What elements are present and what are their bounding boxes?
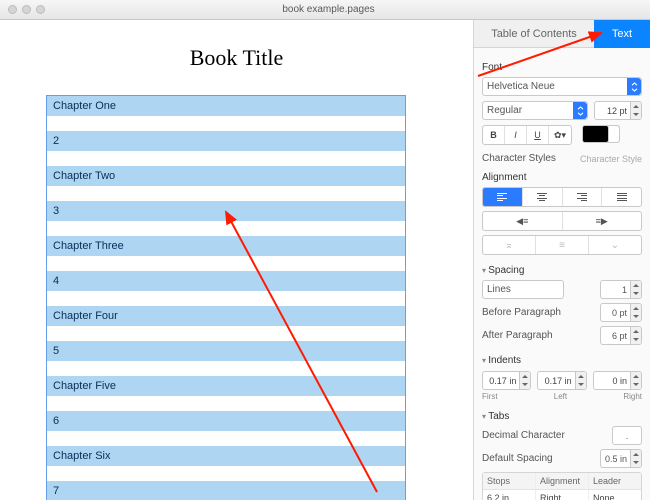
window-title: book example.pages: [45, 4, 612, 15]
font-size-value: 12 pt: [607, 106, 627, 116]
decrease-indent-button[interactable]: ◀≡: [483, 212, 563, 230]
document-canvas[interactable]: Book Title Chapter One2Chapter Two3Chapt…: [0, 20, 473, 500]
gear-icon: ✿▾: [554, 130, 566, 141]
stepper-icon[interactable]: [630, 281, 641, 298]
valign-top-button[interactable]: ⌅: [483, 236, 536, 254]
default-spacing-input[interactable]: 0.5 in: [600, 449, 642, 468]
before-paragraph-input[interactable]: 0 pt: [600, 303, 642, 322]
default-spacing-label: Default Spacing: [482, 453, 553, 464]
zoom-window-button[interactable]: [36, 5, 45, 14]
toc-entry[interactable]: 4: [47, 271, 405, 306]
increase-indent-button[interactable]: ≡▶: [563, 212, 642, 230]
align-right-icon: [577, 193, 587, 201]
align-justify-icon: [617, 193, 627, 201]
font-section-label: Font: [482, 62, 642, 73]
after-paragraph-input[interactable]: 6 pt: [600, 326, 642, 345]
format-inspector: Table of Contents Text Font Helvetica Ne…: [473, 20, 650, 500]
indent-right-input[interactable]: 0 in: [593, 371, 642, 390]
toc-entry[interactable]: Chapter Four: [47, 306, 405, 341]
line-spacing-select[interactable]: Lines: [482, 280, 564, 299]
align-left-icon: [497, 193, 507, 201]
tab-stops-table[interactable]: Stops Alignment Leader 6.2 in Right None: [482, 472, 642, 500]
after-paragraph-label: After Paragraph: [482, 330, 553, 341]
valign-bottom-button[interactable]: ⌄: [589, 236, 641, 254]
valign-middle-icon: ≡: [559, 240, 565, 251]
font-style-select[interactable]: Regular: [482, 101, 588, 120]
indents-section[interactable]: Indents: [482, 355, 642, 366]
toc-entry[interactable]: Chapter Three: [47, 236, 405, 271]
character-style-select[interactable]: Character Style: [580, 154, 642, 164]
inspector-tabs: Table of Contents Text: [474, 20, 650, 48]
font-size-input[interactable]: 12 pt: [594, 101, 642, 120]
before-paragraph-label: Before Paragraph: [482, 307, 561, 318]
outdent-icon: ◀≡: [516, 216, 528, 227]
valign-bottom-icon: ⌄: [611, 240, 619, 251]
align-center-button[interactable]: [523, 188, 563, 206]
character-styles-label: Character Styles: [482, 153, 556, 164]
align-justify-button[interactable]: [602, 188, 641, 206]
line-spacing-input[interactable]: 1: [600, 280, 642, 299]
dropdown-stepper-icon: [573, 102, 587, 119]
toc-entry[interactable]: Chapter One: [47, 96, 405, 131]
alignment-label: Alignment: [482, 172, 642, 183]
toc-entry[interactable]: 7: [47, 481, 405, 500]
tab-text[interactable]: Text: [594, 20, 650, 48]
stepper-icon[interactable]: [630, 102, 641, 119]
font-family-select[interactable]: Helvetica Neue: [482, 77, 642, 96]
toc-entry[interactable]: 5: [47, 341, 405, 376]
text-color-swatch[interactable]: [582, 125, 620, 143]
tab-table-of-contents[interactable]: Table of Contents: [474, 20, 594, 48]
decimal-char-input[interactable]: .: [612, 426, 642, 445]
vertical-alignment-bar: ⌅ ≡ ⌄: [482, 235, 642, 255]
font-family-value: Helvetica Neue: [487, 81, 555, 92]
tab-stop-row[interactable]: 6.2 in Right None: [483, 490, 641, 500]
text-options-button[interactable]: ✿▾: [549, 126, 571, 144]
window-titlebar: book example.pages: [0, 0, 650, 20]
horizontal-alignment-bar: [482, 187, 642, 207]
stepper-icon[interactable]: [630, 372, 641, 389]
indent-first-input[interactable]: 0.17 in: [482, 371, 531, 390]
indent-left-input[interactable]: 0.17 in: [537, 371, 586, 390]
document-title[interactable]: Book Title: [46, 45, 427, 71]
minimize-window-button[interactable]: [22, 5, 31, 14]
close-window-button[interactable]: [8, 5, 17, 14]
font-style-buttons: B I U ✿▾: [482, 125, 572, 145]
toc-entry[interactable]: 2: [47, 131, 405, 166]
toc-entry[interactable]: 6: [47, 411, 405, 446]
stepper-icon[interactable]: [630, 327, 641, 344]
underline-button[interactable]: U: [527, 126, 549, 144]
valign-top-icon: ⌅: [505, 240, 513, 251]
align-right-button[interactable]: [563, 188, 603, 206]
toc-entry[interactable]: Chapter Six: [47, 446, 405, 481]
font-style-value: Regular: [487, 105, 522, 116]
indent-icon: ≡▶: [596, 216, 608, 227]
bold-button[interactable]: B: [483, 126, 505, 144]
indent-buttons: ◀≡ ≡▶: [482, 211, 642, 231]
tabs-section[interactable]: Tabs: [482, 411, 642, 422]
stepper-icon[interactable]: [630, 304, 641, 321]
window-controls[interactable]: [8, 5, 45, 14]
toc-entry[interactable]: 3: [47, 201, 405, 236]
align-left-button[interactable]: [483, 188, 523, 206]
decimal-char-label: Decimal Character: [482, 430, 565, 441]
stepper-icon[interactable]: [519, 372, 530, 389]
toc-entry[interactable]: Chapter Two: [47, 166, 405, 201]
table-of-contents-block[interactable]: Chapter One2Chapter Two3Chapter Three4Ch…: [46, 95, 406, 500]
align-center-icon: [537, 193, 547, 201]
valign-middle-button[interactable]: ≡: [536, 236, 589, 254]
italic-button[interactable]: I: [505, 126, 527, 144]
dropdown-stepper-icon: [627, 78, 641, 95]
toc-entry[interactable]: Chapter Five: [47, 376, 405, 411]
spacing-section[interactable]: Spacing: [482, 265, 642, 276]
stepper-icon[interactable]: [630, 450, 641, 467]
stepper-icon[interactable]: [575, 372, 586, 389]
